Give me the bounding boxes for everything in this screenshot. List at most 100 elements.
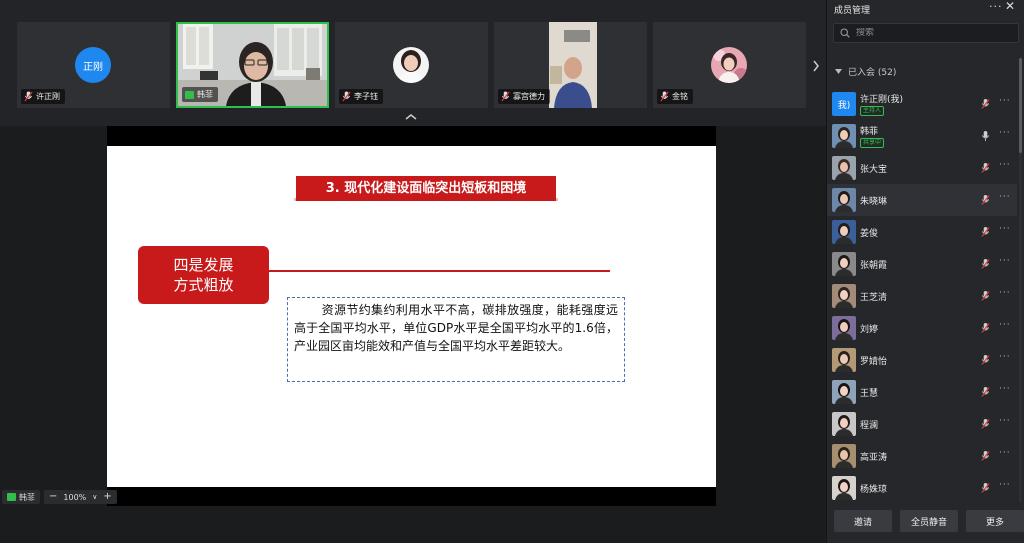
callout-line-1: 四是发展 [173, 256, 234, 274]
member-name: 高亚涛 [860, 452, 888, 463]
zoom-dropdown-icon[interactable]: ∨ [92, 490, 97, 504]
mic-muted-icon[interactable] [981, 322, 990, 334]
mic-muted-icon[interactable] [981, 194, 990, 206]
member-info: 罗婧怡 [860, 354, 887, 367]
tile-label: 李子钰 [339, 89, 383, 104]
member-row[interactable]: 张大宝 ··· [827, 152, 1017, 184]
chevron-up-icon[interactable] [403, 112, 419, 122]
member-info: 王芝清 [860, 290, 887, 303]
member-more-button[interactable]: ··· [999, 352, 1011, 362]
tile-name: 许正刚 [36, 92, 60, 101]
mic-muted-icon[interactable] [981, 226, 990, 238]
mute-all-button[interactable]: 全员静音 [900, 510, 958, 532]
mic-muted-icon[interactable] [981, 386, 990, 398]
mic-muted-icon [24, 91, 33, 102]
member-more-button[interactable]: ··· [999, 288, 1011, 298]
member-row[interactable]: 程澜 ··· [827, 408, 1017, 440]
mic-muted-icon[interactable] [981, 258, 990, 270]
member-info: 杨姝琼 [860, 482, 887, 495]
panel-more-button[interactable]: ··· [989, 0, 1003, 13]
member-name: 王慧 [860, 388, 879, 399]
member-info: 韩菲 共享中 [860, 124, 885, 148]
member-more-button[interactable]: ··· [999, 128, 1011, 138]
member-name: 杨姝琼 [860, 484, 888, 495]
more-button[interactable]: 更多 [966, 510, 1024, 532]
member-name: 朱晓琳 [860, 196, 888, 207]
member-more-button[interactable]: ··· [999, 480, 1011, 490]
zoom-in-button[interactable]: + [103, 490, 111, 504]
member-avatar [832, 252, 856, 276]
meeting-window: 正刚 许正刚 韩菲 李子钰 寡宫德力 金铭 3. 现代化建设面临突出短板和困境 … [0, 0, 1024, 543]
member-name: 张朝霞 [860, 260, 888, 271]
mic-muted-icon[interactable] [981, 482, 990, 494]
member-row[interactable]: 杨姝琼 ··· [827, 472, 1017, 504]
member-more-button[interactable]: ··· [999, 384, 1011, 394]
mic-muted-icon [660, 91, 669, 102]
slide-callout-box: 四是发展 方式粗放 [138, 246, 269, 304]
member-row[interactable]: 王芝清 ··· [827, 280, 1017, 312]
search-input[interactable] [856, 28, 1006, 38]
member-row[interactable]: 刘婷 ··· [827, 312, 1017, 344]
video-tile-hanfei[interactable]: 韩菲 [176, 22, 329, 108]
screen-share-icon [185, 90, 194, 99]
invite-button[interactable]: 邀请 [834, 510, 892, 532]
member-role-badge: 共享中 [860, 138, 885, 148]
member-more-button[interactable]: ··· [999, 448, 1011, 458]
member-avatar [832, 284, 856, 308]
mic-muted-icon[interactable] [981, 162, 990, 174]
caret-down-icon [835, 69, 842, 74]
joined-group-header[interactable]: 已入会 (52) [835, 65, 896, 78]
member-more-button[interactable]: ··· [999, 160, 1011, 170]
member-row[interactable]: 朱晓琳 ··· [827, 184, 1017, 216]
video-tile-participant-4[interactable]: 寡宫德力 [494, 22, 647, 108]
member-avatar [832, 188, 856, 212]
member-more-button[interactable]: ··· [999, 224, 1011, 234]
video-tile-xuzhenggang[interactable]: 正刚 许正刚 [17, 22, 170, 108]
slide-body-text: 资源节约集约利用水平不高，碳排放强度，能耗强度远高于全国平均水平，单位GDP水平… [287, 297, 625, 382]
member-row[interactable]: 张朝霞 ··· [827, 248, 1017, 280]
member-row[interactable]: 高亚涛 ··· [827, 440, 1017, 472]
zoom-level[interactable]: 100% [63, 493, 86, 502]
member-avatar [832, 412, 856, 436]
member-row[interactable]: 我) 许正刚(我) 主持人 ··· [827, 88, 1017, 120]
video-tile-jinming[interactable]: 金铭 [653, 22, 806, 108]
member-more-button[interactable]: ··· [999, 192, 1011, 202]
mic-muted-icon[interactable] [981, 418, 990, 430]
video-tile-liziyu[interactable]: 李子钰 [335, 22, 488, 108]
member-more-button[interactable]: ··· [999, 256, 1011, 266]
chevron-right-icon[interactable] [810, 58, 822, 74]
member-more-button[interactable]: ··· [999, 416, 1011, 426]
member-more-button[interactable]: ··· [999, 96, 1011, 106]
mic-muted-icon[interactable] [981, 98, 990, 110]
presentation-slide: 3. 现代化建设面临突出短板和困境 四是发展 方式粗放 资源节约集约利用水平不高… [107, 146, 716, 487]
member-info: 许正刚(我) 主持人 [860, 92, 903, 116]
shared-screen-area: 3. 现代化建设面临突出短板和困境 四是发展 方式粗放 资源节约集约利用水平不高… [0, 126, 826, 509]
callout-line-2: 方式粗放 [173, 276, 234, 294]
scrollbar-thumb[interactable] [1019, 58, 1022, 153]
search-icon [840, 28, 850, 38]
member-row[interactable]: 王慧 ··· [827, 376, 1017, 408]
member-row[interactable]: 姜俊 ··· [827, 216, 1017, 248]
member-avatar [832, 380, 856, 404]
zoom-out-button[interactable]: − [49, 490, 57, 504]
tile-label: 金铭 [657, 89, 693, 104]
mic-muted-icon[interactable] [981, 290, 990, 302]
member-row[interactable]: 韩菲 共享中 ··· [827, 120, 1017, 152]
mic-muted-icon[interactable] [981, 354, 990, 366]
member-info: 朱晓琳 [860, 194, 887, 207]
member-info: 刘婷 [860, 322, 878, 335]
member-info: 张朝霞 [860, 258, 887, 271]
presenter-tag[interactable]: 韩菲 [2, 490, 40, 504]
member-search[interactable] [833, 23, 1019, 43]
close-icon[interactable]: ✕ [1005, 0, 1015, 13]
tile-label: 韩菲 [182, 87, 218, 102]
member-row[interactable]: 罗婧怡 ··· [827, 344, 1017, 376]
mic-on-icon[interactable] [981, 130, 990, 142]
member-info: 程澜 [860, 418, 878, 431]
avatar: 正刚 [75, 47, 111, 83]
mic-muted-icon[interactable] [981, 450, 990, 462]
tile-name: 寡宫德力 [513, 92, 545, 101]
member-name: 许正刚(我) [860, 95, 904, 105]
avatar [393, 47, 429, 83]
member-more-button[interactable]: ··· [999, 320, 1011, 330]
